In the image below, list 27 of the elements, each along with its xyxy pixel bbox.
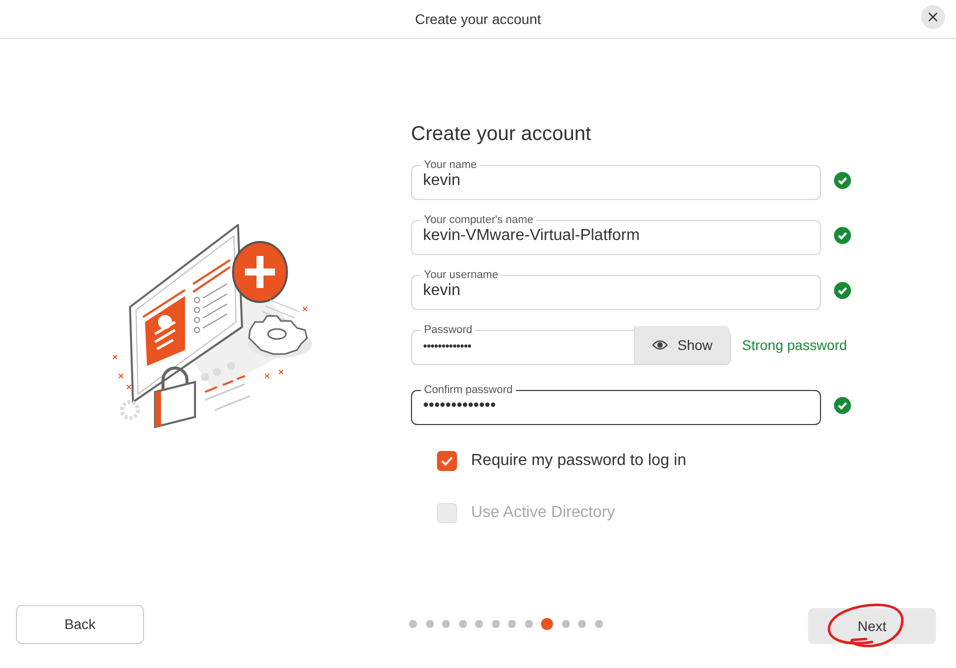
text-field[interactable]: Confirm password ••••••••••••• <box>411 385 821 425</box>
password-strength: Strong password <box>742 337 848 353</box>
text-field[interactable]: Your name kevin <box>411 160 821 200</box>
checkmark-icon <box>440 455 454 467</box>
next-button[interactable]: Next <box>808 608 936 644</box>
field-value: kevin <box>423 281 462 301</box>
form-heading: Create your account <box>411 122 592 146</box>
password-field[interactable]: Password ••••••••••••• Show <box>411 325 731 365</box>
close-button[interactable]: × <box>921 5 945 29</box>
text-field[interactable]: Your username kevin <box>411 270 821 310</box>
eye-icon <box>652 338 668 350</box>
text-field[interactable]: Your computer's name kevin-VMware-Virtual-Platform <box>411 215 821 255</box>
field-value: kevin <box>423 171 462 191</box>
show-password-button[interactable]: Show <box>634 326 730 364</box>
field-label: Confirm password <box>423 385 514 396</box>
field-label: Your computer's name <box>423 215 534 226</box>
field-value: ••••••••••••• <box>423 338 472 355</box>
back-button[interactable]: Back <box>16 604 144 644</box>
checkbox-label: Require my password to log in <box>471 452 686 470</box>
field-label: Password <box>423 325 474 336</box>
window-title: Create your account <box>414 11 542 27</box>
field-value: kevin-VMware-Virtual-Platform <box>423 226 641 246</box>
field-label: Your username <box>423 270 500 281</box>
checkbox[interactable] <box>437 451 457 471</box>
field-value: ••••••••••••• <box>423 396 497 416</box>
checkbox-label: Use Active Directory <box>471 504 616 522</box>
field-label: Your name <box>423 160 478 171</box>
